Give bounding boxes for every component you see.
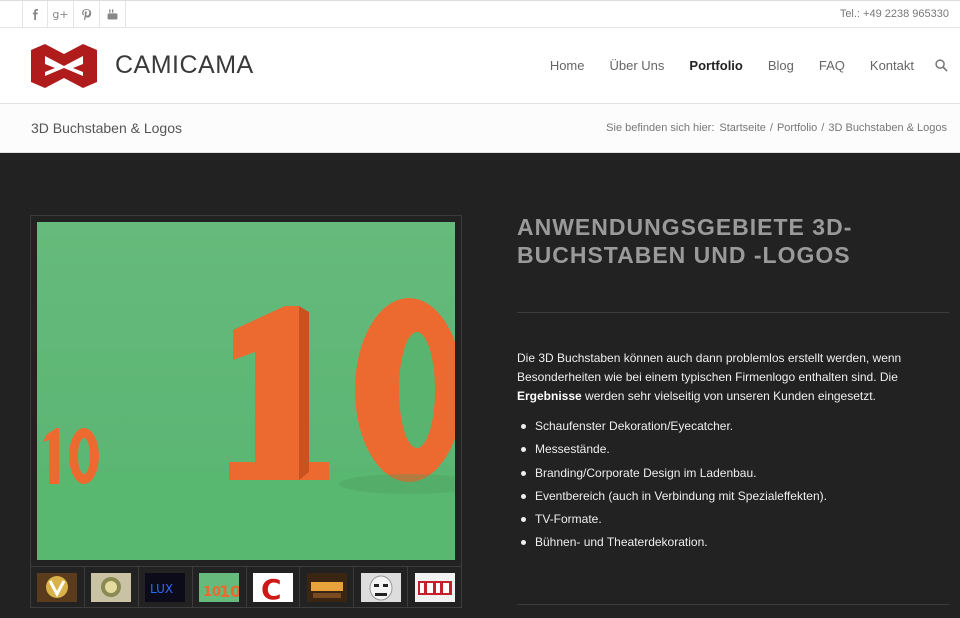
site-header: CAMICAMA Home Über Uns Portfolio Blog FA… (0, 28, 960, 104)
thumbnail-6[interactable] (300, 567, 355, 607)
list-item: Branding/Corporate Design im Ladenbau. (517, 462, 949, 485)
breadcrumb-separator: / (769, 122, 773, 134)
main-content: LUX 10 10 C Anwendungsgebiete 3D-Buchstab… (0, 153, 960, 617)
nav-kontakt[interactable]: Kontakt (870, 58, 914, 73)
breadcrumb-startseite[interactable]: Startseite (719, 122, 765, 134)
list-item: Schaufenster Dekoration/Eyecatcher. (517, 415, 949, 438)
thumbnail-1[interactable] (31, 567, 85, 607)
nav-blog[interactable]: Blog (768, 58, 794, 73)
divider (517, 312, 949, 313)
breadcrumb: Sie befinden sich hier: Startseite / Por… (606, 122, 947, 134)
divider-bottom (517, 604, 949, 605)
thumbnail-7[interactable] (354, 567, 409, 607)
application-list: Schaufenster Dekoration/Eyecatcher. Mess… (517, 415, 949, 555)
main-gallery-image[interactable] (37, 222, 455, 560)
content-column: Anwendungsgebiete 3D-Buchstaben und -Log… (517, 213, 949, 555)
svg-text:LUX: LUX (150, 582, 173, 596)
intro-text-1: Die 3D Buchstaben können auch dann probl… (517, 351, 902, 384)
thumbnail-5[interactable]: C (247, 567, 301, 607)
social-links: g+ (0, 1, 126, 27)
top-bar: g+ Tel.: +49 2238 965330 (0, 0, 960, 28)
google-plus-icon[interactable]: g+ (48, 1, 74, 27)
title-bar: 3D Buchstaben & Logos Sie befinden sich … (0, 104, 960, 153)
intro-text-bold: Ergebnisse (517, 389, 582, 403)
youtube-icon[interactable] (100, 1, 126, 27)
camicama-logo-icon (31, 43, 97, 88)
pinterest-icon[interactable] (74, 1, 100, 27)
intro-paragraph: Die 3D Buchstaben können auch dann probl… (517, 349, 949, 406)
gallery-thumbnails: LUX 10 10 C (31, 566, 461, 607)
nav-portfolio[interactable]: Portfolio (689, 58, 742, 73)
nav-faq[interactable]: FAQ (819, 58, 845, 73)
thumbnail-2[interactable] (85, 567, 139, 607)
nav-home[interactable]: Home (550, 58, 585, 73)
list-item: Eventbereich (auch in Verbindung mit Spe… (517, 485, 949, 508)
phone-number: Tel.: +49 2238 965330 (839, 8, 949, 20)
svg-text:10: 10 (219, 582, 239, 601)
breadcrumb-label: Sie befinden sich hier: (606, 122, 715, 134)
list-item: Messestände. (517, 438, 949, 461)
thumbnail-4[interactable]: 10 10 (193, 567, 247, 607)
section-heading: Anwendungsgebiete 3D-Buchstaben und -Log… (517, 214, 853, 268)
logo-text: CAMICAMA (115, 51, 254, 79)
breadcrumb-current: 3D Buchstaben & Logos (828, 122, 947, 134)
thumbnail-3[interactable]: LUX (139, 567, 193, 607)
list-item: TV-Formate. (517, 508, 949, 531)
breadcrumb-separator: / (821, 122, 825, 134)
thumbnail-8[interactable] (408, 567, 461, 607)
page-title: 3D Buchstaben & Logos (31, 120, 182, 136)
image-gallery: LUX 10 10 C (30, 215, 462, 608)
svg-text:C: C (261, 573, 282, 602)
search-icon[interactable] (934, 59, 948, 73)
nav-ueber-uns[interactable]: Über Uns (610, 58, 665, 73)
facebook-icon[interactable] (22, 1, 48, 27)
list-item: Bühnen- und Theaterdekoration. (517, 531, 949, 554)
main-nav: Home Über Uns Portfolio Blog FAQ Kontakt (525, 58, 948, 73)
breadcrumb-portfolio[interactable]: Portfolio (777, 122, 817, 134)
intro-text-2: werden sehr vielseitig von unseren Kunde… (581, 389, 876, 403)
site-logo[interactable]: CAMICAMA (31, 43, 254, 88)
